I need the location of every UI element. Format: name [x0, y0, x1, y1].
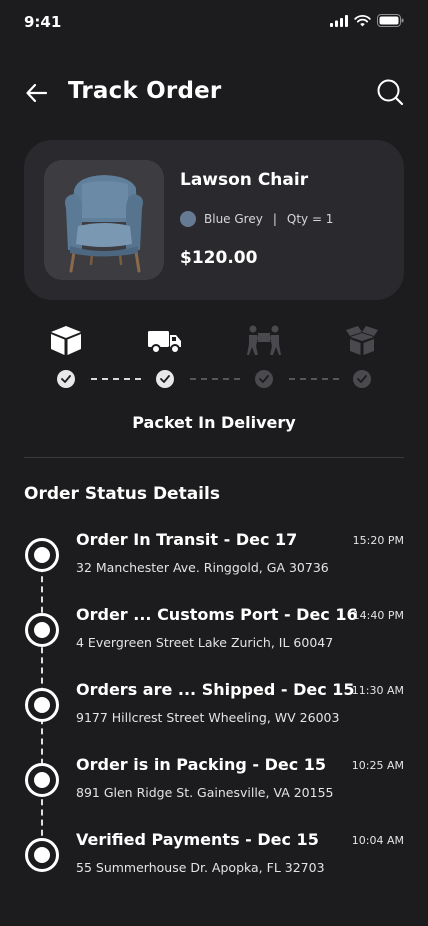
- product-variant: Blue Grey | Qty = 1: [180, 211, 333, 227]
- timeline-item-title: Order is in Packing - Dec 15: [76, 755, 327, 774]
- step-connector-1: [91, 378, 141, 380]
- step-2-check: [156, 370, 174, 388]
- section-title: Order Status Details: [24, 484, 220, 504]
- timeline-marker: [25, 688, 59, 722]
- timeline-item-address: 32 Manchester Ave. Ringgold, GA 30736: [76, 560, 329, 575]
- status-icons: [330, 14, 404, 27]
- timeline-item-time: 15:20 PM: [352, 534, 404, 547]
- color-name: Blue Grey: [204, 212, 263, 226]
- step-connector-3: [289, 378, 339, 380]
- timeline-item[interactable]: Verified Payments - Dec 15 55 Summerhous…: [0, 820, 428, 895]
- page-title: Track Order: [68, 78, 222, 104]
- timeline-item[interactable]: Order ... Customs Port - Dec 16 4 Evergr…: [0, 595, 428, 670]
- timeline-item-address: 4 Evergreen Street Lake Zurich, IL 60047: [76, 635, 334, 650]
- product-card[interactable]: Lawson Chair Blue Grey | Qty = 1 $120.00: [24, 140, 404, 300]
- timeline-item-time: 10:04 AM: [351, 834, 404, 847]
- package-icon: [51, 326, 81, 355]
- step-1-check: [57, 370, 75, 388]
- timeline-item-time: 14:40 PM: [352, 609, 404, 622]
- signal-icon: [330, 14, 348, 27]
- open-box-icon: [346, 326, 378, 355]
- wifi-icon: [354, 14, 371, 26]
- battery-icon: [377, 14, 404, 27]
- divider: [24, 457, 404, 458]
- timeline-item-address: 55 Summerhouse Dr. Apopka, FL 32703: [76, 860, 325, 875]
- status-bar: 9:41: [0, 0, 428, 44]
- timeline-marker: [25, 838, 59, 872]
- timeline-item-time: 10:25 AM: [351, 759, 404, 772]
- product-image: [44, 160, 164, 280]
- step-4-check: [353, 370, 371, 388]
- header: Track Order: [0, 70, 428, 114]
- product-name: Lawson Chair: [180, 170, 309, 190]
- timeline-item-time: 11:30 AM: [351, 684, 404, 697]
- search-icon[interactable]: [376, 78, 404, 106]
- color-swatch: [180, 211, 196, 227]
- back-arrow-icon[interactable]: [24, 80, 50, 106]
- armchair-icon: [65, 175, 143, 273]
- step-connector-2: [190, 378, 240, 380]
- timeline-item[interactable]: Order is in Packing - Dec 15 891 Glen Ri…: [0, 745, 428, 820]
- courier-handover-icon: [247, 325, 281, 355]
- timeline-item-title: Order ... Customs Port - Dec 16: [76, 605, 358, 624]
- delivery-progress-tracker: [0, 322, 428, 392]
- timeline-item[interactable]: Order In Transit - Dec 17 32 Manchester …: [0, 520, 428, 595]
- timeline-marker: [25, 763, 59, 797]
- quantity-label: Qty = 1: [286, 212, 334, 226]
- timeline-marker: [25, 538, 59, 572]
- status-time: 9:41: [24, 13, 62, 31]
- timeline-item-address: 9177 Hillcrest Street Wheeling, WV 26003: [76, 710, 340, 725]
- timeline-item-address: 891 Glen Ridge St. Gainesville, VA 20155: [76, 785, 334, 800]
- variant-separator: |: [272, 212, 277, 226]
- timeline-item-title: Verified Payments - Dec 15: [76, 830, 319, 849]
- current-status-label: Packet In Delivery: [132, 413, 296, 432]
- timeline-item[interactable]: Orders are ... Shipped - Dec 15 9177 Hil…: [0, 670, 428, 745]
- step-3-check: [255, 370, 273, 388]
- timeline-marker: [25, 613, 59, 647]
- delivery-truck-icon: [148, 331, 181, 354]
- timeline-item-title: Orders are ... Shipped - Dec 15: [76, 680, 355, 699]
- timeline-item-title: Order In Transit - Dec 17: [76, 530, 298, 549]
- product-price: $120.00: [180, 248, 258, 268]
